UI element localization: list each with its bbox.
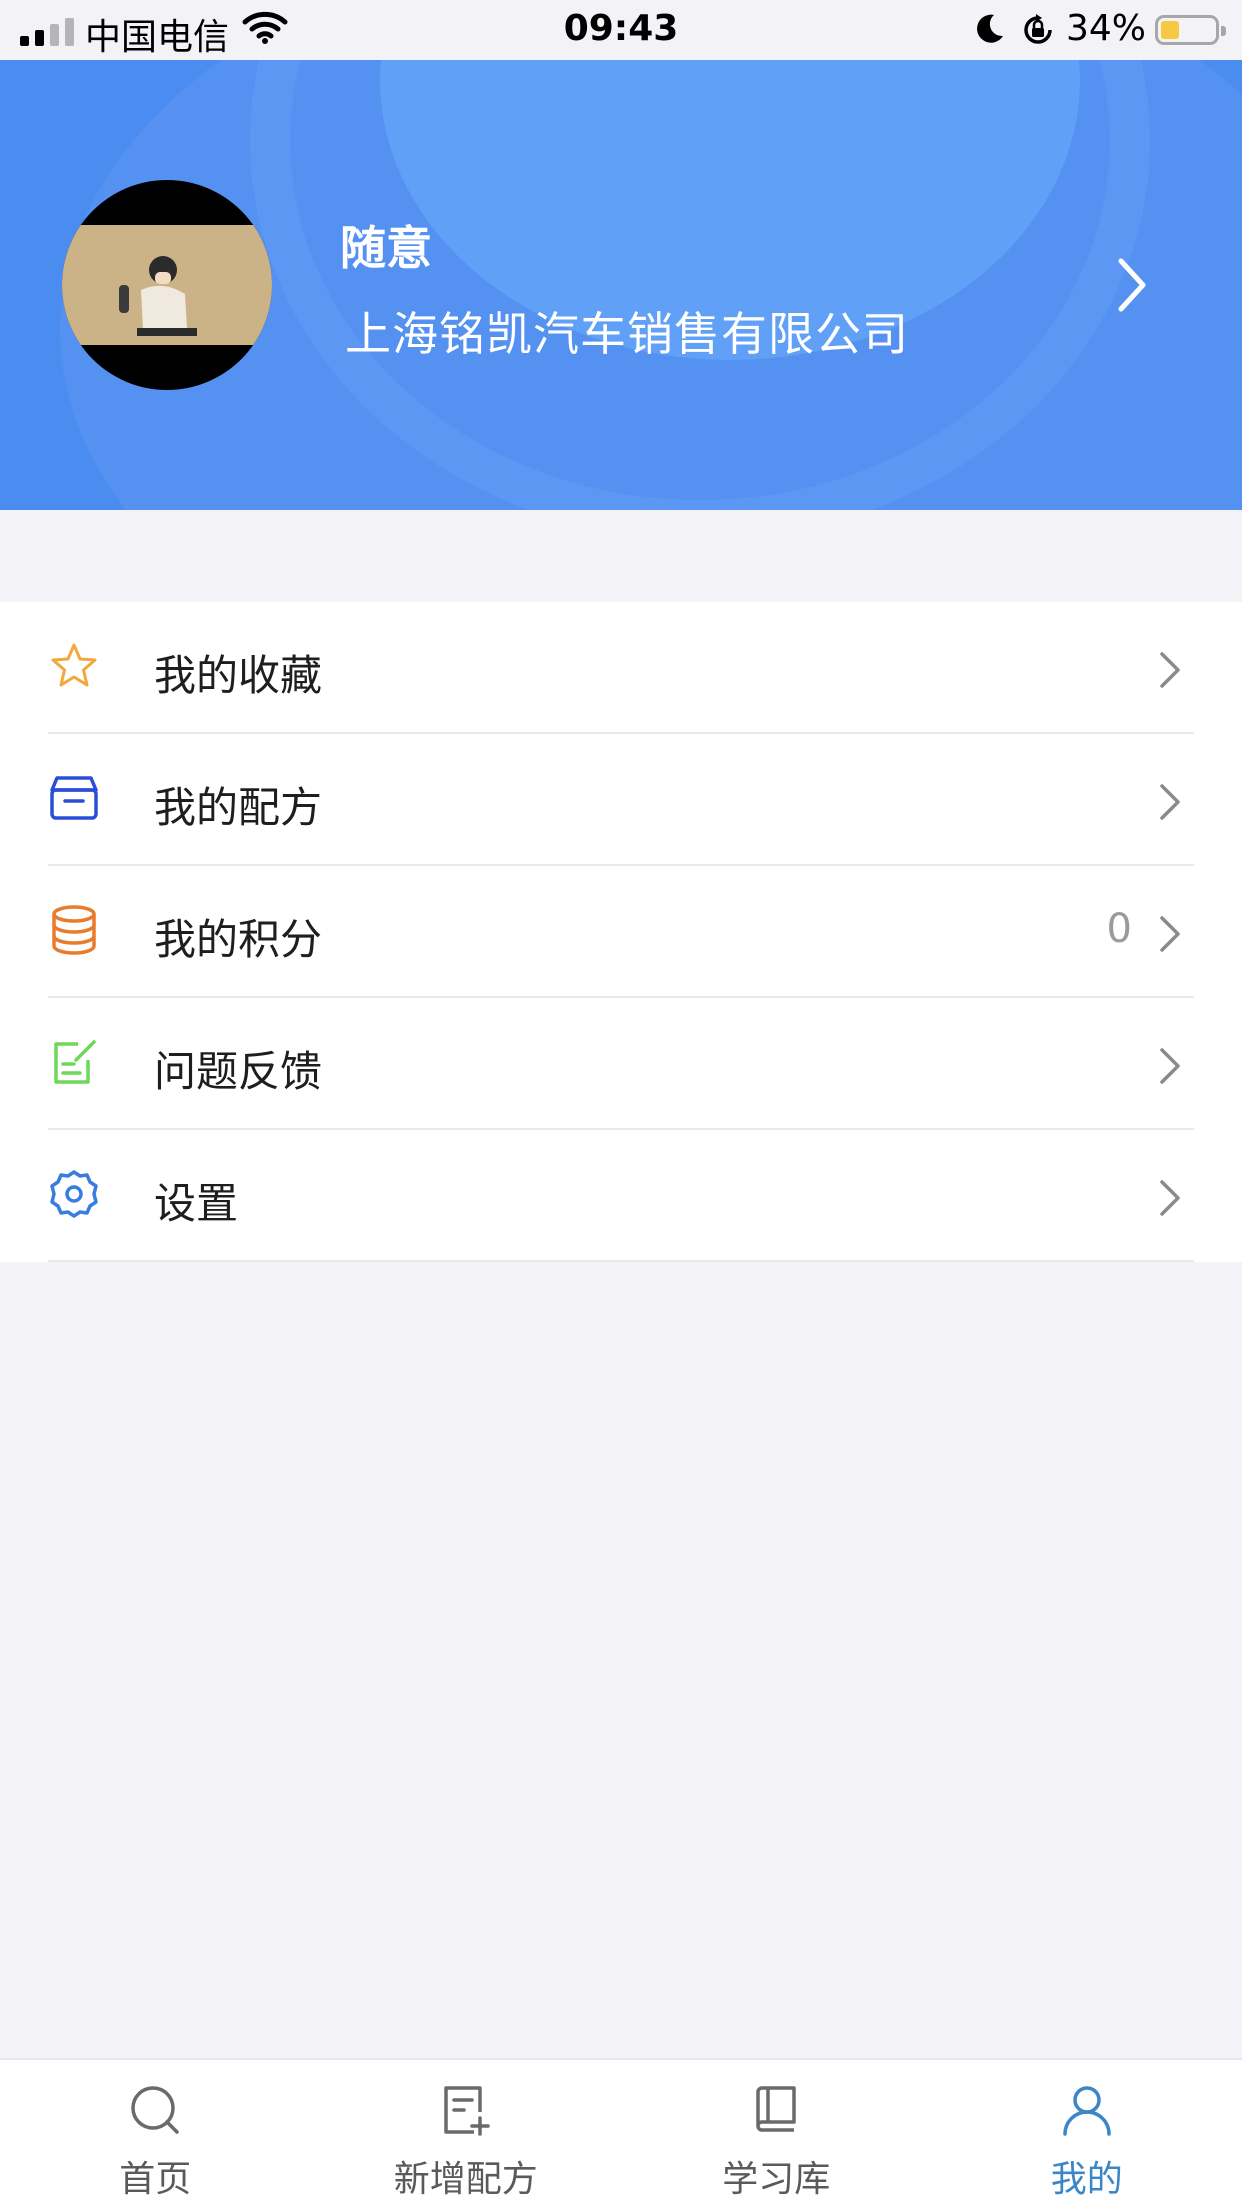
avatar[interactable] — [62, 180, 272, 390]
menu-item-label: 问题反馈 — [154, 1047, 323, 1096]
status-bar: 中国电信 09:43 34% — [0, 0, 1242, 60]
database-icon — [52, 905, 96, 955]
profile-header[interactable]: 随意 上海铭凯汽车销售有限公司 — [0, 60, 1242, 510]
menu-item-recipes[interactable]: 我的配方 — [0, 734, 1242, 866]
user-name: 随意 — [340, 221, 432, 275]
tab-mine[interactable]: 我的 — [932, 2060, 1242, 2208]
avatar-figure — [119, 256, 197, 336]
menu-item-label: 设置 — [154, 1179, 239, 1228]
menu-item-points[interactable]: 我的积分 0 — [0, 866, 1242, 998]
book-icon — [756, 2086, 796, 2132]
chevron-right-icon — [1160, 1180, 1180, 1216]
points-value: 0 — [1106, 906, 1132, 952]
tab-add-recipe[interactable]: 新增配方 — [311, 2060, 622, 2208]
user-company: 上海铭凯汽车销售有限公司 — [345, 307, 909, 361]
chevron-right-icon[interactable] — [1115, 255, 1149, 315]
tab-label: 新增配方 — [393, 2159, 538, 2200]
moon-icon — [977, 14, 1003, 43]
tab-label: 学习库 — [722, 2159, 831, 2200]
battery-icon — [1155, 15, 1226, 45]
tab-bar: 首页 新增配方 学习库 我的 — [0, 2058, 1242, 2208]
tab-label: 我的 — [1050, 2159, 1123, 2200]
user-icon — [1063, 2086, 1111, 2136]
tab-home[interactable]: 首页 — [0, 2060, 311, 2208]
menu-item-favorites[interactable]: 我的收藏 — [0, 602, 1242, 734]
rotation-lock-icon — [1024, 14, 1052, 44]
menu-item-feedback[interactable]: 问题反馈 — [0, 998, 1242, 1130]
tab-library[interactable]: 学习库 — [621, 2060, 932, 2208]
edit-note-icon — [54, 1040, 96, 1084]
add-document-icon — [444, 2086, 490, 2136]
star-icon — [51, 643, 97, 687]
chevron-right-icon — [1160, 784, 1180, 820]
battery-fill — [1161, 21, 1179, 39]
menu-item-label: 我的配方 — [154, 783, 323, 832]
tab-label: 首页 — [119, 2159, 192, 2200]
box-icon — [50, 776, 98, 820]
battery-percent: 34% — [1066, 8, 1147, 49]
menu-item-label: 我的积分 — [154, 915, 323, 964]
chevron-right-icon — [1160, 652, 1180, 688]
chevron-right-icon — [1160, 916, 1180, 952]
search-icon — [131, 2086, 179, 2134]
gear-icon — [50, 1170, 98, 1218]
menu-list: 我的收藏 我的配方 我的积分 0 问题反馈 设置 — [0, 602, 1242, 1262]
menu-item-settings[interactable]: 设置 — [0, 1130, 1242, 1262]
menu-item-label: 我的收藏 — [154, 651, 323, 700]
chevron-right-icon — [1160, 1048, 1180, 1084]
